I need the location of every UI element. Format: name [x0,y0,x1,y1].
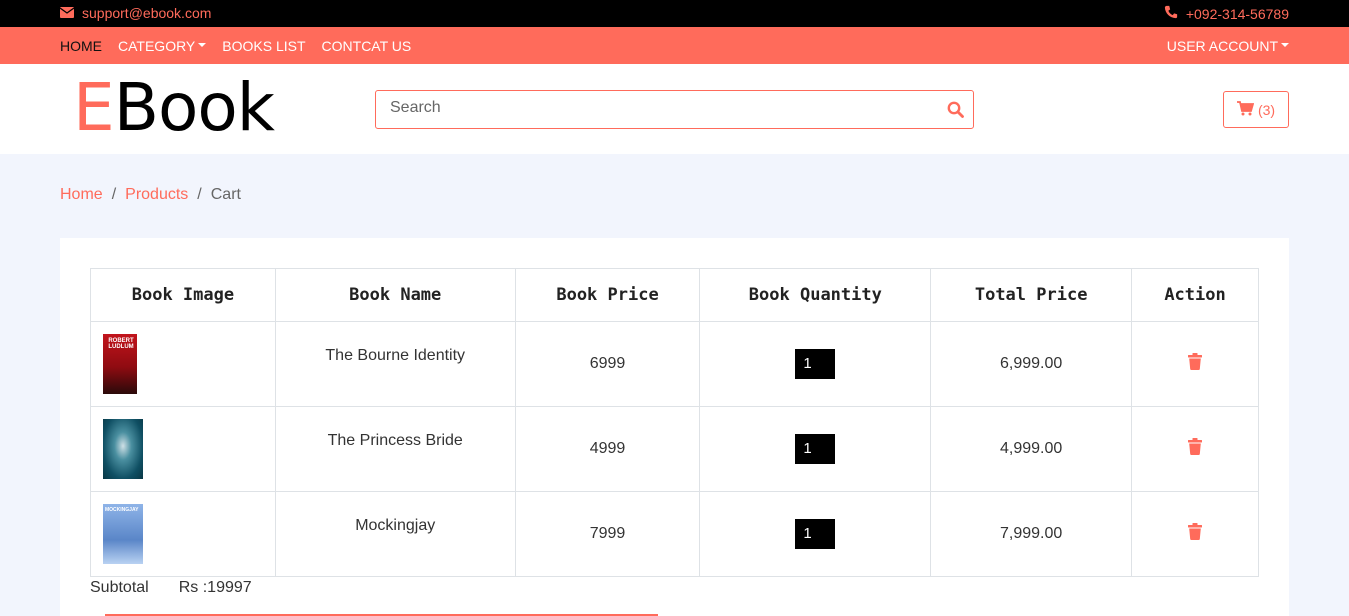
column-header: Total Price [930,268,1133,322]
nav-home[interactable]: HOME [60,38,102,54]
book-quantity-cell: 1 [699,491,932,577]
trash-icon[interactable] [1188,353,1203,374]
cart-button[interactable]: (3) [1223,91,1289,128]
book-image-cell [90,406,276,492]
total-price: 7,999.00 [930,491,1133,577]
action-cell [1131,406,1259,492]
book-cover-image[interactable]: ROBERT LUDLUM [103,334,137,394]
book-name: The Princess Bride [274,406,516,492]
top-bar: support@ebook.com +092-314-56789 [0,0,1349,27]
total-price: 4,999.00 [930,406,1133,492]
book-name: Mockingjay [274,491,516,577]
quantity-input[interactable]: 1 [795,434,836,464]
main-navbar: HOME CATEGORY BOOKS LIST CONTCAT US USER… [0,27,1349,64]
logo-word-book: Book [113,69,275,146]
nav-books-list[interactable]: BOOKS LIST [222,38,305,54]
column-header: Action [1131,268,1259,322]
column-header: Book Price [514,268,701,322]
subtotal-value: Rs :19997 [178,579,252,596]
nav-contact[interactable]: CONTCAT US [322,38,412,54]
trash-icon[interactable] [1188,523,1203,544]
subtotal: Subtotal Rs :19997 [90,579,252,597]
book-cover-image[interactable] [103,419,143,479]
ebook-logo[interactable]: EBook [73,69,275,146]
support-email[interactable]: support@ebook.com [59,5,212,21]
cart-count: (3) [1257,101,1276,118]
breadcrumb-home[interactable]: Home [60,186,103,204]
breadcrumb-separator: / [111,186,117,203]
table-header-row: Book Image Book Name Book Price Book Qua… [90,268,1259,322]
quantity-input[interactable]: 1 [795,519,836,549]
subtotal-label: Subtotal [90,579,149,596]
search-input[interactable] [390,99,930,117]
table-row: MOCKINGJAY Mockingjay 7999 1 7,999.00 [90,491,1259,577]
breadcrumb: Home / Products / Cart [60,186,241,204]
nav-user-account-label: USER ACCOUNT [1166,38,1278,54]
column-header: Book Quantity [699,268,932,322]
book-image-cell: MOCKINGJAY [90,491,276,577]
envelope-icon [59,5,75,21]
support-email-text: support@ebook.com [82,5,212,21]
column-header: Book Name [274,268,516,322]
book-cover-image[interactable]: MOCKINGJAY [103,504,143,564]
support-phone[interactable]: +092-314-56789 [1164,5,1289,22]
nav-category-label: CATEGORY [118,38,196,54]
nav-category[interactable]: CATEGORY [118,38,207,54]
book-price: 6999 [514,321,701,407]
book-price: 7999 [514,491,701,577]
quantity-input[interactable]: 1 [795,349,836,379]
book-quantity-cell: 1 [699,321,932,407]
action-cell [1131,491,1259,577]
cart-icon [1236,100,1255,119]
caret-down-icon [1281,43,1289,48]
total-price: 6,999.00 [930,321,1133,407]
site-header: EBook (3) [0,64,1349,154]
cover-text: ROBERT LUDLUM [108,338,134,350]
breadcrumb-products[interactable]: Products [125,186,188,204]
column-header: Book Image [90,268,276,322]
search-box [375,90,974,129]
book-image-cell: ROBERT LUDLUM [90,321,276,407]
caret-down-icon [198,43,207,48]
logo-letter-e: E [73,69,115,146]
support-phone-text: +092-314-56789 [1185,5,1289,22]
table-row: The Princess Bride 4999 1 4,999.00 [90,406,1259,492]
nav-user-account[interactable]: USER ACCOUNT [1167,38,1289,54]
phone-icon [1164,5,1178,22]
book-name: The Bourne Identity [274,321,516,407]
breadcrumb-separator: / [197,186,202,203]
book-quantity-cell: 1 [699,406,932,492]
action-cell [1131,321,1259,407]
cover-text: MOCKINGJAY [105,507,139,513]
search-icon[interactable] [947,101,964,123]
breadcrumb-current: Cart [210,186,241,203]
cart-table: Book Image Book Name Book Price Book Qua… [90,268,1259,577]
table-row: ROBERT LUDLUM The Bourne Identity 6999 1… [90,321,1259,407]
book-price: 4999 [514,406,701,492]
trash-icon[interactable] [1188,438,1203,459]
